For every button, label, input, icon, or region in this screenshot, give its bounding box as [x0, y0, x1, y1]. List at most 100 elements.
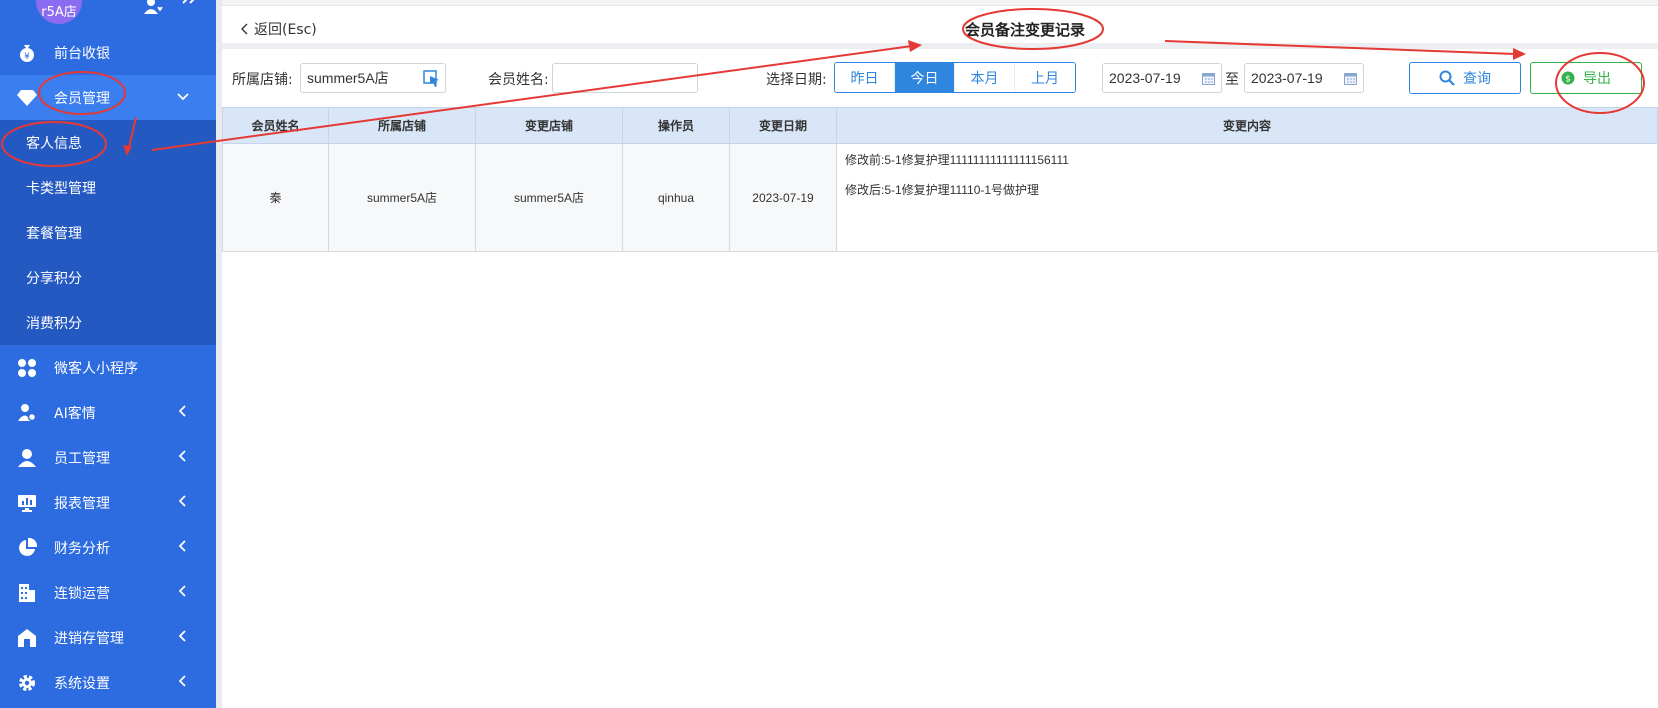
sidebar-item-settings[interactable]: 系统设置: [0, 660, 216, 705]
column-header[interactable]: 操作员: [622, 107, 730, 144]
column-header[interactable]: 变更店铺: [475, 107, 623, 144]
chevron-left-icon: [176, 584, 190, 598]
submenu-item-share-points[interactable]: 分享积分: [0, 255, 216, 300]
date-range-segment: 昨日 今日 本月 上月: [834, 62, 1076, 93]
date-to-value: 2023-07-19: [1251, 70, 1323, 86]
calendar-icon[interactable]: [1202, 72, 1215, 85]
chevron-left-icon: [176, 629, 190, 643]
store-avatar-text: r5A店: [41, 5, 77, 20]
export-button[interactable]: $ 导出: [1530, 62, 1642, 94]
gear-icon: [16, 672, 38, 694]
warehouse-icon: [16, 627, 38, 649]
cell-change-store: summer5A店: [475, 143, 623, 252]
sidebar-item-chain-ops[interactable]: 连锁运营: [0, 570, 216, 615]
main-content: 返回(Esc) 会员备注变更记录 所属店铺: summer5A店 会员姓名: 选…: [222, 0, 1658, 708]
column-header[interactable]: 变更日期: [729, 107, 837, 144]
cell-store: summer5A店: [328, 143, 476, 252]
sidebar-item-label: 微客人小程序: [54, 360, 138, 377]
sidebar-item-label: AI客情: [54, 405, 96, 422]
store-label: 所属店铺:: [232, 72, 293, 88]
cell-change-date: 2023-07-19: [729, 143, 837, 252]
sidebar-top: r5A店: [0, 0, 216, 30]
user-icon: [16, 447, 38, 469]
cell-change-content: 修改前:5-1修复护理11111111111111156111 修改后:5-1修…: [836, 143, 1658, 252]
svg-text:¥: ¥: [24, 52, 30, 62]
submenu-item-packages[interactable]: 套餐管理: [0, 210, 216, 255]
export-coin-icon: $: [1561, 71, 1575, 85]
sidebar-item-ai-relations[interactable]: AI客情: [0, 390, 216, 435]
select-pointer-icon: [423, 70, 441, 91]
filter-bar: 所属店铺: summer5A店 会员姓名: 选择日期: 昨日 今日 本月 上月 …: [222, 49, 1658, 106]
column-header[interactable]: 会员姓名: [222, 107, 329, 144]
submenu-item-customer-info[interactable]: 客人信息: [0, 120, 216, 165]
member-name-input[interactable]: [552, 63, 698, 93]
chevron-left-icon: [176, 449, 190, 463]
submenu-item-consume-points[interactable]: 消费积分: [0, 300, 216, 345]
query-label: 查询: [1463, 71, 1491, 87]
calendar-icon[interactable]: [1344, 72, 1357, 85]
sidebar-item-label: 系统设置: [54, 675, 110, 692]
query-button[interactable]: 查询: [1409, 62, 1521, 94]
sidebar-item-finance[interactable]: 财务分析: [0, 525, 216, 570]
grid-clover-icon: [16, 357, 38, 379]
change-log-table: 会员姓名 所属店铺 变更店铺 操作员 变更日期 变更内容 秦 summer5A店…: [222, 107, 1658, 252]
user-gear-icon: [16, 402, 38, 424]
submenu-label: 套餐管理: [26, 225, 82, 242]
sidebar-item-label: 会员管理: [54, 90, 110, 107]
date-last-month-button[interactable]: 上月: [1015, 63, 1075, 92]
chevron-left-icon: [176, 539, 190, 553]
page-header: 返回(Esc) 会员备注变更记录: [222, 6, 1658, 49]
user-heart-icon[interactable]: [143, 0, 164, 16]
date-label: 选择日期:: [766, 72, 827, 88]
sidebar-item-cashier[interactable]: ¥ 前台收银: [0, 30, 216, 75]
date-this-month-button[interactable]: 本月: [955, 63, 1015, 92]
sidebar-item-inventory[interactable]: 进销存管理: [0, 615, 216, 660]
store-value: summer5A店: [307, 70, 389, 86]
date-range-separator: 至: [1225, 72, 1239, 88]
column-header[interactable]: 变更内容: [836, 107, 1658, 144]
store-avatar[interactable]: r5A店: [36, 0, 82, 24]
sidebar-item-label: 财务分析: [54, 540, 110, 557]
date-from-input[interactable]: 2023-07-19: [1102, 63, 1222, 93]
export-label: 导出: [1583, 71, 1611, 87]
back-button[interactable]: 返回(Esc): [240, 19, 317, 39]
sidebar-item-mini-program[interactable]: 微客人小程序: [0, 345, 216, 390]
date-today-button[interactable]: 今日: [895, 63, 955, 92]
sidebar-item-label: 连锁运营: [54, 585, 110, 602]
sidebar-item-label: 员工管理: [54, 450, 110, 467]
content-after: 修改后:5-1修复护理11110-1号做护理: [845, 183, 1040, 197]
chevron-left-icon: [176, 674, 190, 688]
diamond-icon: [16, 87, 38, 109]
date-from-value: 2023-07-19: [1109, 70, 1181, 86]
date-to-input[interactable]: 2023-07-19: [1244, 63, 1364, 93]
content-before: 修改前:5-1修复护理11111111111111156111: [845, 153, 1069, 167]
submenu-label: 消费积分: [26, 315, 82, 332]
store-select[interactable]: summer5A店: [300, 63, 446, 93]
sidebar-item-staff[interactable]: 员工管理: [0, 435, 216, 480]
sidebar-item-label: 报表管理: [54, 495, 110, 512]
table-row[interactable]: 秦 summer5A店 summer5A店 qinhua 2023-07-19 …: [222, 143, 1658, 252]
submenu-item-card-types[interactable]: 卡类型管理: [0, 165, 216, 210]
member-name-label: 会员姓名:: [488, 72, 549, 88]
sidebar: r5A店 ¥ 前台收银 会员管理 客人信息 卡类型管理 套餐管理 分享积分 消费…: [0, 0, 216, 708]
sidebar-item-reports[interactable]: 报表管理: [0, 480, 216, 525]
sidebar-item-label: 前台收银: [54, 45, 110, 62]
column-header[interactable]: 所属店铺: [328, 107, 476, 144]
building-icon: [16, 582, 38, 604]
table-header-row: 会员姓名 所属店铺 变更店铺 操作员 变更日期 变更内容: [222, 107, 1658, 144]
money-bag-icon: ¥: [16, 42, 38, 64]
submenu-label: 卡类型管理: [26, 180, 96, 197]
chevron-down-icon: [176, 89, 190, 103]
search-icon: [1439, 70, 1455, 86]
sidebar-item-member-management[interactable]: 会员管理: [0, 75, 216, 120]
chevron-left-icon: [241, 23, 248, 35]
monitor-chart-icon: [16, 492, 38, 514]
submenu-label: 分享积分: [26, 270, 82, 287]
submenu-label: 客人信息: [26, 135, 82, 152]
member-submenu: 客人信息 卡类型管理 套餐管理 分享积分 消费积分: [0, 120, 216, 345]
chevron-left-icon: [176, 404, 190, 418]
date-yesterday-button[interactable]: 昨日: [835, 63, 895, 92]
page-title: 会员备注变更记录: [965, 21, 1086, 39]
collapse-double-chevron-icon[interactable]: [180, 0, 198, 14]
svg-text:$: $: [1565, 75, 1571, 85]
